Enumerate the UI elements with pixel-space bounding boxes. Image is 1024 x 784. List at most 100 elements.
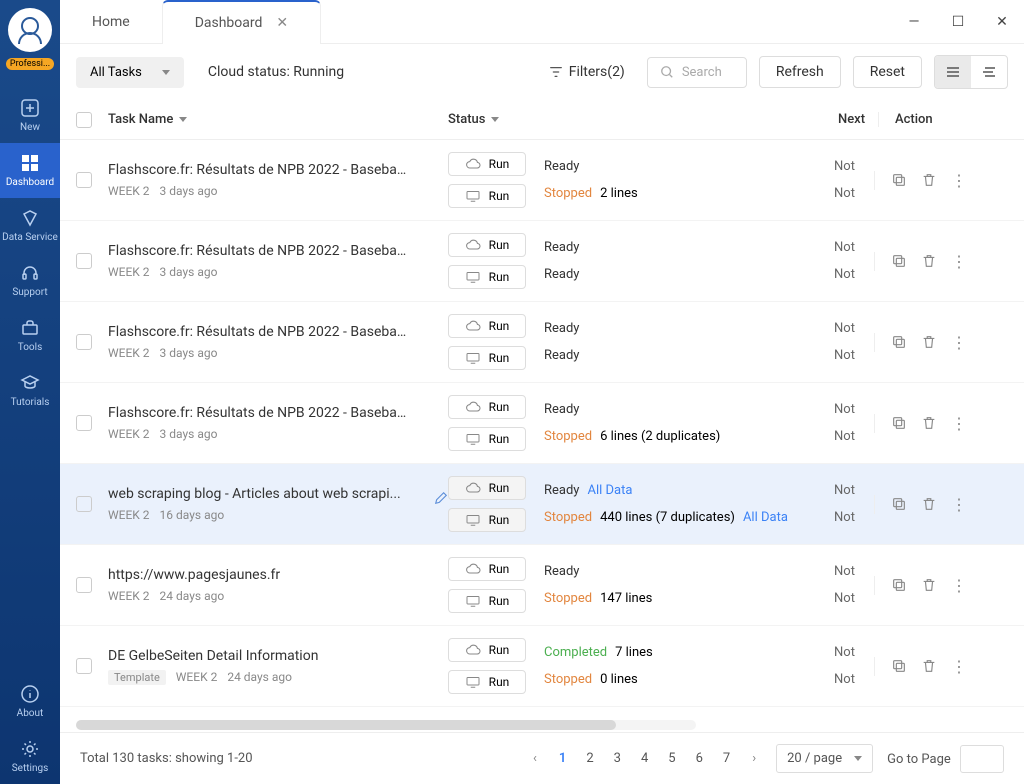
task-title[interactable]: Flashscore.fr: Résultats de NPB 2022 - B… [108,324,408,340]
copy-icon[interactable] [891,577,907,593]
more-icon[interactable]: ⋮ [951,657,966,676]
row-checkbox[interactable] [76,253,92,269]
run-local-button[interactable]: Run [448,589,526,613]
tab-home[interactable]: Home [60,0,162,43]
close-icon[interactable]: ✕ [276,15,288,31]
maximize-button[interactable]: ☐ [936,0,980,43]
scrollbar-thumb[interactable] [76,720,616,730]
task-title[interactable]: DE GelbeSeiten Detail Information [108,648,318,664]
trash-icon[interactable] [921,496,937,512]
page-number[interactable]: 6 [692,749,707,768]
run-local-button[interactable]: Run [448,265,526,289]
search-input[interactable]: Search [647,57,747,88]
row-checkbox[interactable] [76,496,92,512]
trash-icon[interactable] [921,172,937,188]
refresh-button[interactable]: Refresh [759,56,841,88]
page-number[interactable]: 4 [637,749,652,768]
sidebar-item-support[interactable]: Support [0,253,60,308]
trash-icon[interactable] [921,658,937,674]
more-icon[interactable]: ⋮ [951,171,966,190]
select-all-checkbox[interactable] [76,112,92,128]
sidebar-item-new[interactable]: New [0,88,60,143]
task-title[interactable]: Flashscore.fr: Résultats de NPB 2022 - B… [108,243,408,259]
page-number[interactable]: 3 [610,749,625,768]
sidebar-item-data-service[interactable]: Data Service [0,198,60,253]
page-size-select[interactable]: 20 / page [776,744,873,773]
run-cloud-button[interactable]: Run [448,152,526,176]
trash-icon[interactable] [921,577,937,593]
view-list-button[interactable] [935,56,971,88]
run-cloud-button[interactable]: Run [448,233,526,257]
task-title[interactable]: Flashscore.fr: Résultats de NPB 2022 - B… [108,405,408,421]
more-icon[interactable]: ⋮ [951,414,966,433]
page-number[interactable]: 2 [582,749,597,768]
reset-button[interactable]: Reset [853,56,922,88]
sidebar-item-tools[interactable]: Tools [0,308,60,363]
row-checkbox[interactable] [76,658,92,674]
copy-icon[interactable] [891,253,907,269]
col-header-name[interactable]: Task Name [108,112,448,127]
cloud-icon [465,158,481,170]
status-line: Ready [544,564,834,579]
task-title[interactable]: https://www.pagesjaunes.fr [108,567,280,583]
sidebar-item-about[interactable]: About [0,674,60,729]
run-cloud-button[interactable]: Run [448,638,526,662]
filters-button[interactable]: Filters(2) [539,58,635,86]
run-local-button[interactable]: Run [448,346,526,370]
minimize-button[interactable]: — [892,0,936,43]
prev-page[interactable]: ‹ [533,751,537,766]
task-title[interactable]: Flashscore.fr: Résultats de NPB 2022 - B… [108,162,408,178]
status-line: Ready [544,159,834,174]
more-icon[interactable]: ⋮ [951,333,966,352]
sidebar-label: Data Service [2,232,58,243]
tab-dashboard[interactable]: Dashboard ✕ [162,0,321,44]
run-cloud-button[interactable]: Run [448,314,526,338]
copy-icon[interactable] [891,172,907,188]
sidebar-item-dashboard[interactable]: Dashboard [0,143,60,198]
run-cloud-button[interactable]: Run [448,476,526,500]
next-page[interactable]: › [752,751,756,766]
more-icon[interactable]: ⋮ [951,252,966,271]
row-checkbox[interactable] [76,577,92,593]
run-cloud-button[interactable]: Run [448,557,526,581]
row-checkbox[interactable] [76,334,92,350]
copy-icon[interactable] [891,334,907,350]
sidebar-item-settings[interactable]: Settings [0,729,60,784]
status-line: Stopped147 lines [544,591,834,606]
sidebar-item-tutorials[interactable]: Tutorials [0,363,60,418]
copy-icon[interactable] [891,658,907,674]
run-local-button[interactable]: Run [448,427,526,451]
col-header-next[interactable]: Next [838,112,878,127]
copy-icon[interactable] [891,496,907,512]
task-title[interactable]: web scraping blog - Articles about web s… [108,486,401,502]
run-local-button[interactable]: Run [448,670,526,694]
chevron-down-icon [162,70,170,75]
view-grid-button[interactable] [971,56,1007,88]
col-header-status[interactable]: Status [448,112,838,127]
trash-icon[interactable] [921,415,937,431]
copy-icon[interactable] [891,415,907,431]
task-filter-dropdown[interactable]: All Tasks [76,57,184,88]
window-controls: — ☐ ✕ [892,0,1024,43]
page-number[interactable]: 5 [664,749,679,768]
run-local-button[interactable]: Run [448,508,526,532]
trash-icon[interactable] [921,253,937,269]
goto-input[interactable] [960,745,1004,773]
all-data-link[interactable]: All Data [743,510,788,525]
edit-icon[interactable] [434,491,448,505]
trash-icon[interactable] [921,334,937,350]
next-col: NotNot [834,645,874,687]
h-scrollbar[interactable] [76,720,696,730]
row-checkbox[interactable] [76,415,92,431]
all-data-link[interactable]: All Data [587,483,632,498]
sort-icon [179,117,187,122]
row-checkbox[interactable] [76,172,92,188]
page-number[interactable]: 7 [719,749,734,768]
more-icon[interactable]: ⋮ [951,576,966,595]
page-number[interactable]: 1 [555,749,570,768]
close-button[interactable]: ✕ [980,0,1024,43]
run-cloud-button[interactable]: Run [448,395,526,419]
more-icon[interactable]: ⋮ [951,495,966,514]
run-local-button[interactable]: Run [448,184,526,208]
cloud-icon [465,239,481,251]
